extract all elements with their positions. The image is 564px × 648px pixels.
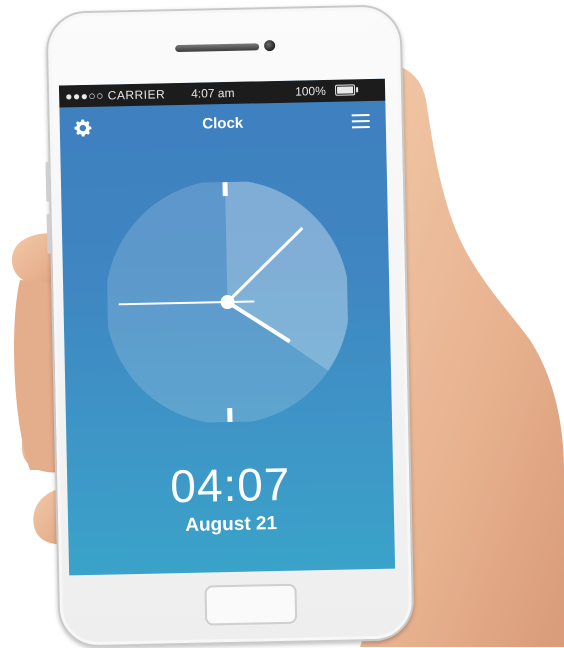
battery-percent: 100%: [294, 83, 326, 99]
analog-clock: [105, 180, 350, 425]
front-camera: [264, 39, 276, 52]
app-header: Clock: [59, 101, 386, 148]
date-label: August 21: [185, 513, 278, 536]
battery-icon: [334, 84, 356, 96]
status-time: 4:07 am: [190, 85, 235, 101]
tick-6: [227, 407, 233, 423]
screen: ●●●○○ CARRIER 4:07 am 100% Clock 04:07 A…: [58, 78, 396, 576]
carrier-label: ●●●○○ CARRIER: [65, 87, 166, 104]
digital-time: 04:07: [169, 457, 291, 513]
earpiece-speaker: [175, 43, 260, 53]
page-title: Clock: [202, 114, 244, 133]
home-button[interactable]: [204, 583, 298, 626]
volume-button: [46, 213, 52, 254]
phone-device: ●●●○○ CARRIER 4:07 am 100% Clock 04:07 A…: [45, 4, 415, 648]
tick-12: [222, 182, 228, 197]
menu-icon[interactable]: [351, 113, 370, 129]
volume-button: [45, 161, 51, 202]
